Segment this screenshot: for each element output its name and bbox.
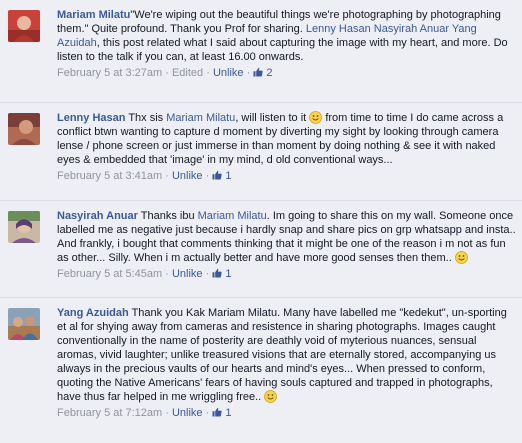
separator: ·: [203, 67, 213, 79]
separator: ·: [243, 67, 254, 79]
like-count[interactable]: 1: [212, 268, 232, 280]
comment-body: Nasyirah Anuar Thanks ibu Mariam Milatu.…: [57, 209, 516, 281]
smiley-emoji-icon: [309, 111, 322, 124]
mention-link[interactable]: Mariam Milatu: [198, 210, 267, 222]
like-count-value: 2: [266, 67, 273, 79]
separator: ·: [162, 268, 172, 280]
comment-thread: Mariam Milatu"We're wiping out the beaut…: [0, 0, 522, 443]
like-count[interactable]: 2: [253, 67, 272, 79]
avatar[interactable]: [8, 10, 40, 42]
separator: ·: [162, 67, 172, 79]
like-count-value: 1: [225, 170, 232, 182]
timestamp[interactable]: February 5 at 5:45am: [57, 268, 162, 280]
separator: ·: [162, 407, 172, 419]
unlike-button[interactable]: Unlike: [172, 170, 203, 182]
comment-text-segment: , will listen to it: [235, 112, 310, 124]
edited-label[interactable]: Edited: [172, 67, 203, 79]
comment-author-link[interactable]: Yang Azuidah: [57, 307, 129, 319]
timestamp[interactable]: February 5 at 3:41am: [57, 170, 162, 182]
comment-text-segment: , this post related what I said about ca…: [57, 37, 508, 63]
comment-meta: February 5 at 5:45am · Unlike · 1: [57, 267, 516, 281]
avatar[interactable]: [8, 211, 40, 243]
comment-text: Yang Azuidah Thank you Kak Mariam Milatu…: [57, 306, 516, 404]
smiley-emoji-icon: [455, 251, 468, 264]
comment-item: Yang Azuidah Thank you Kak Mariam Milatu…: [0, 298, 522, 443]
comment-text-segment: Thank you Kak Mariam Milatu. Many have l…: [57, 307, 507, 403]
comment-item: Mariam Milatu"We're wiping out the beaut…: [0, 0, 522, 103]
comment-meta: February 5 at 3:27am · Edited · Unlike ·…: [57, 66, 516, 80]
separator: ·: [202, 268, 213, 280]
comment-text-segment: Thx sis: [125, 112, 167, 124]
smiley-emoji-icon: [264, 390, 277, 403]
mention-link[interactable]: Lenny Hasan: [306, 23, 371, 35]
comment-body: Lenny Hasan Thx sis Mariam Milatu, will …: [57, 111, 516, 183]
comment-meta: February 5 at 3:41am · Unlike · 1: [57, 169, 516, 183]
comment-author-link[interactable]: Lenny Hasan: [57, 112, 125, 124]
unlike-button[interactable]: Unlike: [213, 67, 244, 79]
like-count[interactable]: 1: [212, 407, 232, 419]
thumbs-up-icon: [253, 67, 263, 77]
avatar[interactable]: [8, 308, 40, 340]
avatar[interactable]: [8, 113, 40, 145]
comment-item: Nasyirah Anuar Thanks ibu Mariam Milatu.…: [0, 201, 522, 298]
unlike-button[interactable]: Unlike: [172, 407, 203, 419]
thumbs-up-icon: [212, 268, 222, 278]
comment-text: Lenny Hasan Thx sis Mariam Milatu, will …: [57, 111, 516, 167]
comment-item: Lenny Hasan Thx sis Mariam Milatu, will …: [0, 103, 522, 201]
comment-meta: February 5 at 7:12am · Unlike · 1: [57, 406, 516, 420]
mention-link[interactable]: Nasyirah Anuar: [374, 23, 449, 35]
unlike-button[interactable]: Unlike: [172, 268, 203, 280]
comment-text-segment: Thanks ibu: [137, 210, 198, 222]
comment-author-link[interactable]: Mariam Milatu: [57, 9, 130, 21]
like-count-value: 1: [225, 268, 232, 280]
separator: ·: [162, 170, 172, 182]
comment-body: Mariam Milatu"We're wiping out the beaut…: [57, 8, 516, 80]
like-count-value: 1: [225, 407, 232, 419]
thumbs-up-icon: [212, 170, 222, 180]
comment-text: Nasyirah Anuar Thanks ibu Mariam Milatu.…: [57, 209, 516, 265]
comment-body: Yang Azuidah Thank you Kak Mariam Milatu…: [57, 306, 516, 420]
like-count[interactable]: 1: [212, 170, 232, 182]
comment-author-link[interactable]: Nasyirah Anuar: [57, 210, 138, 222]
thumbs-up-icon: [212, 407, 222, 417]
separator: ·: [202, 407, 213, 419]
mention-link[interactable]: Mariam Milatu: [166, 112, 235, 124]
timestamp[interactable]: February 5 at 3:27am: [57, 67, 162, 79]
comment-text: Mariam Milatu"We're wiping out the beaut…: [57, 8, 516, 64]
separator: ·: [202, 170, 213, 182]
timestamp[interactable]: February 5 at 7:12am: [57, 407, 162, 419]
